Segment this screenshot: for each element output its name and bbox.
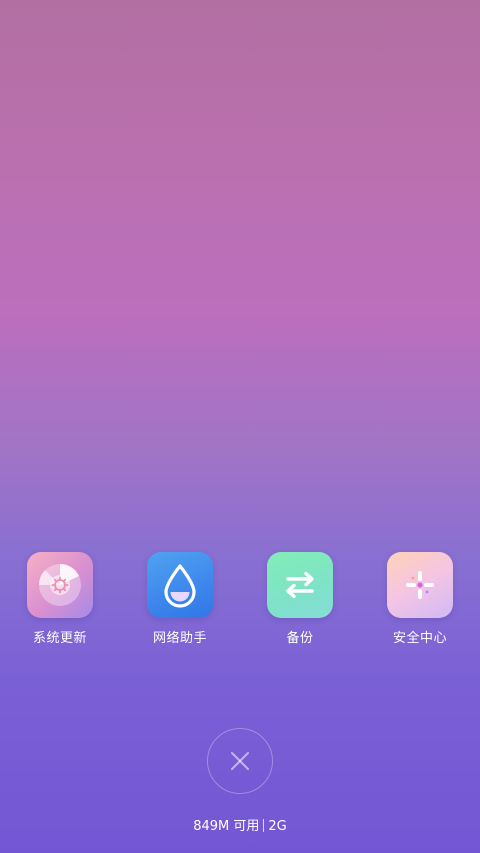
app-security-center[interactable]: 安全中心 bbox=[360, 552, 480, 648]
memory-status: 849M 可用 2G bbox=[0, 818, 480, 836]
app-system-update[interactable]: 系统更新 bbox=[0, 552, 120, 648]
clear-all-button[interactable] bbox=[207, 728, 273, 794]
app-label: 网络助手 bbox=[152, 631, 207, 646]
separator bbox=[263, 819, 265, 832]
network-assistant-icon bbox=[147, 552, 213, 618]
app-backup[interactable]: 备份 bbox=[240, 552, 360, 648]
memory-available: 849M 可用 bbox=[193, 819, 260, 834]
close-icon bbox=[231, 752, 249, 770]
app-label: 系统更新 bbox=[32, 631, 87, 646]
app-label: 备份 bbox=[286, 631, 314, 646]
memory-total: 2G bbox=[268, 819, 287, 834]
app-label: 安全中心 bbox=[392, 631, 447, 646]
security-center-icon bbox=[387, 552, 453, 618]
app-network-assistant[interactable]: 网络助手 bbox=[120, 552, 240, 648]
system-update-icon bbox=[27, 552, 93, 618]
backup-icon bbox=[267, 552, 333, 618]
recent-apps-screen: 系统更新 网络助手 备份 安全中心 849M 可用 2G bbox=[0, 0, 480, 853]
